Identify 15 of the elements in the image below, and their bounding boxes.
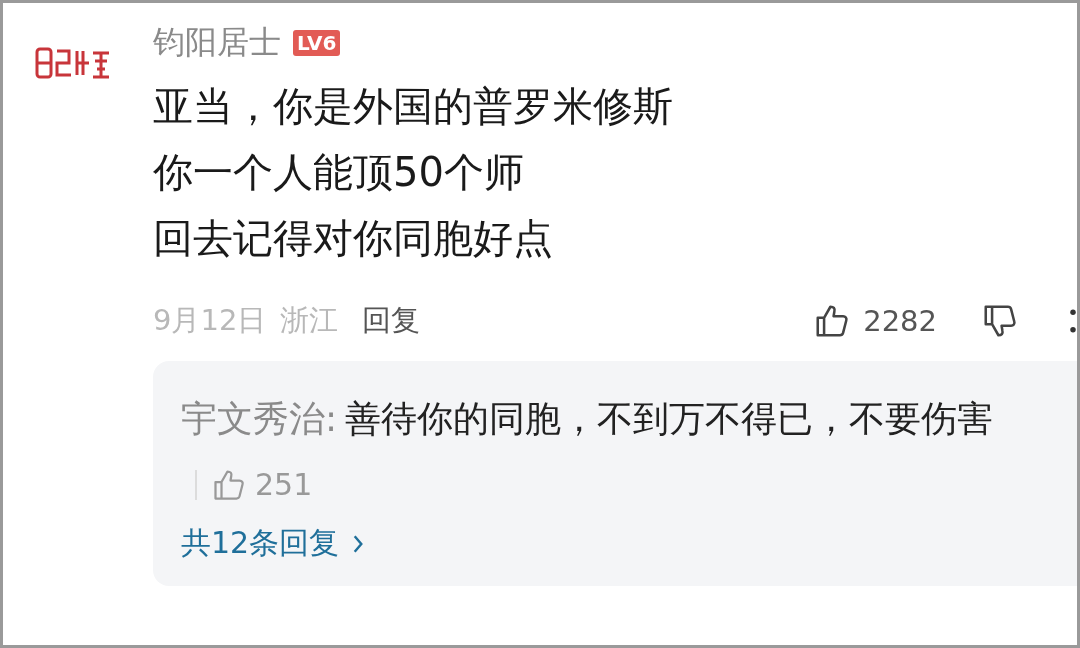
like-count: 251 [255, 467, 313, 502]
comment-date: 9月12日 [153, 302, 267, 339]
username[interactable]: 钧阳居士 [153, 21, 281, 65]
comment-text: 你一个人能顶50个师 [153, 148, 525, 197]
comment-location: 浙江 [280, 302, 339, 339]
reply-link[interactable]: 回复 [362, 301, 421, 341]
level-badge: LV6 [293, 30, 341, 56]
reply-text: 善待你的同胞，不到万不得已，不要伤害 [345, 398, 994, 439]
more-replies-link[interactable]: 共12条回复 [181, 523, 366, 564]
comment-text: 亚当，你是外国的普罗米修斯 [153, 82, 674, 131]
like-count: 2282 [863, 304, 937, 338]
reply-author[interactable]: 宇文秀治: [181, 398, 338, 439]
comment-text: 回去记得对你同胞好点 [153, 214, 554, 263]
thumbs-down-icon[interactable] [981, 302, 1019, 340]
thumbs-up-icon[interactable] [211, 467, 247, 503]
